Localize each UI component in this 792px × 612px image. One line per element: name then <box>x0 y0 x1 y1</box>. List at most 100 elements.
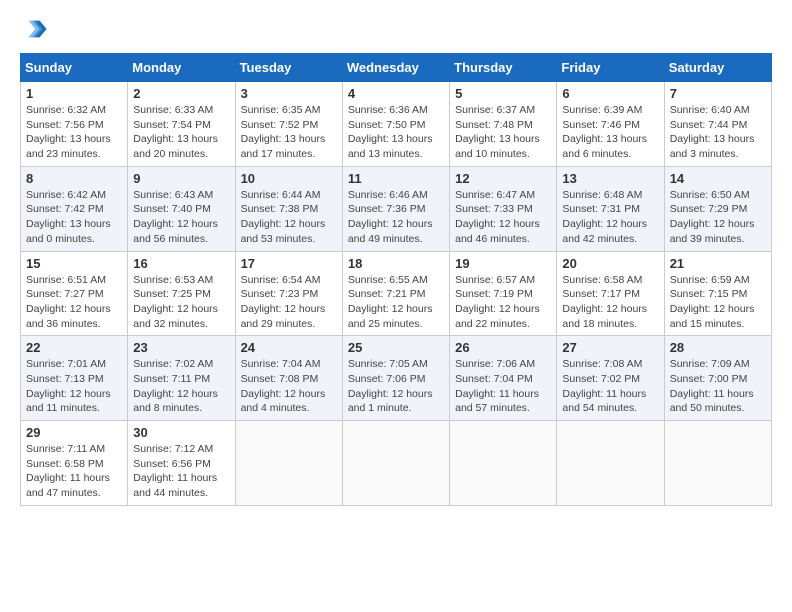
calendar-cell: 2 Sunrise: 6:33 AM Sunset: 7:54 PM Daylig… <box>128 82 235 167</box>
header <box>20 15 772 43</box>
day-number: 8 <box>26 171 122 186</box>
day-header-friday: Friday <box>557 54 664 82</box>
calendar-cell: 5 Sunrise: 6:37 AM Sunset: 7:48 PM Daylig… <box>450 82 557 167</box>
calendar-cell: 6Sunrise: 6:39 AM Sunset: 7:46 PM Daylig… <box>557 82 664 167</box>
day-info: Sunrise: 7:05 AM Sunset: 7:06 PM Dayligh… <box>348 357 444 416</box>
day-header-monday: Monday <box>128 54 235 82</box>
day-info: Sunrise: 7:12 AM Sunset: 6:56 PM Dayligh… <box>133 442 229 501</box>
calendar-cell: 26 Sunrise: 7:06 AM Sunset: 7:04 PM Dayli… <box>450 336 557 421</box>
day-number: 3 <box>241 86 337 101</box>
day-number: 24 <box>241 340 337 355</box>
day-info: Sunrise: 6:37 AM Sunset: 7:48 PM Dayligh… <box>455 103 551 162</box>
calendar-cell <box>664 421 771 506</box>
day-number: 22 <box>26 340 122 355</box>
day-info: Sunrise: 6:48 AM Sunset: 7:31 PM Dayligh… <box>562 188 658 247</box>
day-info: Sunrise: 7:01 AM Sunset: 7:13 PM Dayligh… <box>26 357 122 416</box>
calendar-cell <box>450 421 557 506</box>
calendar-cell: 13 Sunrise: 6:48 AM Sunset: 7:31 PM Dayli… <box>557 166 664 251</box>
calendar-cell: 29 Sunrise: 7:11 AM Sunset: 6:58 PM Dayli… <box>21 421 128 506</box>
calendar-week-5: 29 Sunrise: 7:11 AM Sunset: 6:58 PM Dayli… <box>21 421 772 506</box>
day-number: 4 <box>348 86 444 101</box>
day-number: 29 <box>26 425 122 440</box>
calendar-cell: 28 Sunrise: 7:09 AM Sunset: 7:00 PM Dayli… <box>664 336 771 421</box>
calendar-cell: 12 Sunrise: 6:47 AM Sunset: 7:33 PM Dayli… <box>450 166 557 251</box>
calendar-cell: 15Sunrise: 6:51 AM Sunset: 7:27 PM Dayli… <box>21 251 128 336</box>
day-info: Sunrise: 7:09 AM Sunset: 7:00 PM Dayligh… <box>670 357 766 416</box>
calendar-table: SundayMondayTuesdayWednesdayThursdayFrid… <box>20 53 772 506</box>
day-number: 27 <box>562 340 658 355</box>
day-header-sunday: Sunday <box>21 54 128 82</box>
logo <box>20 15 52 43</box>
calendar-cell: 4 Sunrise: 6:36 AM Sunset: 7:50 PM Daylig… <box>342 82 449 167</box>
calendar-week-4: 22 Sunrise: 7:01 AM Sunset: 7:13 PM Dayli… <box>21 336 772 421</box>
day-number: 13 <box>562 171 658 186</box>
calendar-cell: 9 Sunrise: 6:43 AM Sunset: 7:40 PM Daylig… <box>128 166 235 251</box>
day-info: Sunrise: 7:11 AM Sunset: 6:58 PM Dayligh… <box>26 442 122 501</box>
day-number: 5 <box>455 86 551 101</box>
day-info: Sunrise: 7:04 AM Sunset: 7:08 PM Dayligh… <box>241 357 337 416</box>
calendar-cell: 24 Sunrise: 7:04 AM Sunset: 7:08 PM Dayli… <box>235 336 342 421</box>
day-info: Sunrise: 6:54 AM Sunset: 7:23 PM Dayligh… <box>241 273 337 332</box>
main-container: SundayMondayTuesdayWednesdayThursdayFrid… <box>0 0 792 516</box>
day-info: Sunrise: 6:47 AM Sunset: 7:33 PM Dayligh… <box>455 188 551 247</box>
day-info: Sunrise: 6:53 AM Sunset: 7:25 PM Dayligh… <box>133 273 229 332</box>
day-info: Sunrise: 7:02 AM Sunset: 7:11 PM Dayligh… <box>133 357 229 416</box>
calendar-cell: 18 Sunrise: 6:55 AM Sunset: 7:21 PM Dayli… <box>342 251 449 336</box>
day-info: Sunrise: 6:57 AM Sunset: 7:19 PM Dayligh… <box>455 273 551 332</box>
day-info: Sunrise: 6:59 AM Sunset: 7:15 PM Dayligh… <box>670 273 766 332</box>
calendar-cell: 10Sunrise: 6:44 AM Sunset: 7:38 PM Dayli… <box>235 166 342 251</box>
day-number: 14 <box>670 171 766 186</box>
calendar-week-2: 8 Sunrise: 6:42 AM Sunset: 7:42 PM Daylig… <box>21 166 772 251</box>
day-info: Sunrise: 6:58 AM Sunset: 7:17 PM Dayligh… <box>562 273 658 332</box>
day-info: Sunrise: 6:43 AM Sunset: 7:40 PM Dayligh… <box>133 188 229 247</box>
day-number: 9 <box>133 171 229 186</box>
day-header-thursday: Thursday <box>450 54 557 82</box>
day-number: 21 <box>670 256 766 271</box>
calendar-header: SundayMondayTuesdayWednesdayThursdayFrid… <box>21 54 772 82</box>
day-info: Sunrise: 6:32 AM Sunset: 7:56 PM Dayligh… <box>26 103 122 162</box>
calendar-cell: 17Sunrise: 6:54 AM Sunset: 7:23 PM Dayli… <box>235 251 342 336</box>
day-number: 2 <box>133 86 229 101</box>
day-number: 16 <box>133 256 229 271</box>
calendar-cell: 27 Sunrise: 7:08 AM Sunset: 7:02 PM Dayli… <box>557 336 664 421</box>
calendar-body: 1Sunrise: 6:32 AM Sunset: 7:56 PM Daylig… <box>21 82 772 506</box>
calendar-cell: 7 Sunrise: 6:40 AM Sunset: 7:44 PM Daylig… <box>664 82 771 167</box>
calendar-cell: 22 Sunrise: 7:01 AM Sunset: 7:13 PM Dayli… <box>21 336 128 421</box>
day-info: Sunrise: 6:40 AM Sunset: 7:44 PM Dayligh… <box>670 103 766 162</box>
calendar-cell: 8 Sunrise: 6:42 AM Sunset: 7:42 PM Daylig… <box>21 166 128 251</box>
day-number: 25 <box>348 340 444 355</box>
day-number: 18 <box>348 256 444 271</box>
day-number: 19 <box>455 256 551 271</box>
day-info: Sunrise: 6:51 AM Sunset: 7:27 PM Dayligh… <box>26 273 122 332</box>
day-number: 26 <box>455 340 551 355</box>
calendar-cell: 11Sunrise: 6:46 AM Sunset: 7:36 PM Dayli… <box>342 166 449 251</box>
header-row: SundayMondayTuesdayWednesdayThursdayFrid… <box>21 54 772 82</box>
day-header-tuesday: Tuesday <box>235 54 342 82</box>
day-number: 11 <box>348 171 444 186</box>
calendar-week-3: 15Sunrise: 6:51 AM Sunset: 7:27 PM Dayli… <box>21 251 772 336</box>
logo-icon <box>20 15 48 43</box>
day-info: Sunrise: 7:08 AM Sunset: 7:02 PM Dayligh… <box>562 357 658 416</box>
day-number: 10 <box>241 171 337 186</box>
day-info: Sunrise: 7:06 AM Sunset: 7:04 PM Dayligh… <box>455 357 551 416</box>
day-number: 20 <box>562 256 658 271</box>
calendar-cell: 14 Sunrise: 6:50 AM Sunset: 7:29 PM Dayli… <box>664 166 771 251</box>
day-info: Sunrise: 6:33 AM Sunset: 7:54 PM Dayligh… <box>133 103 229 162</box>
day-info: Sunrise: 6:50 AM Sunset: 7:29 PM Dayligh… <box>670 188 766 247</box>
day-number: 23 <box>133 340 229 355</box>
day-info: Sunrise: 6:39 AM Sunset: 7:46 PM Dayligh… <box>562 103 658 162</box>
calendar-week-1: 1Sunrise: 6:32 AM Sunset: 7:56 PM Daylig… <box>21 82 772 167</box>
calendar-cell: 30Sunrise: 7:12 AM Sunset: 6:56 PM Dayli… <box>128 421 235 506</box>
calendar-cell: 1Sunrise: 6:32 AM Sunset: 7:56 PM Daylig… <box>21 82 128 167</box>
day-number: 7 <box>670 86 766 101</box>
calendar-cell <box>342 421 449 506</box>
day-number: 12 <box>455 171 551 186</box>
day-number: 28 <box>670 340 766 355</box>
calendar-cell <box>235 421 342 506</box>
calendar-cell: 20 Sunrise: 6:58 AM Sunset: 7:17 PM Dayli… <box>557 251 664 336</box>
calendar-cell: 19 Sunrise: 6:57 AM Sunset: 7:19 PM Dayli… <box>450 251 557 336</box>
day-info: Sunrise: 6:36 AM Sunset: 7:50 PM Dayligh… <box>348 103 444 162</box>
day-info: Sunrise: 6:55 AM Sunset: 7:21 PM Dayligh… <box>348 273 444 332</box>
day-info: Sunrise: 6:42 AM Sunset: 7:42 PM Dayligh… <box>26 188 122 247</box>
calendar-cell: 21 Sunrise: 6:59 AM Sunset: 7:15 PM Dayli… <box>664 251 771 336</box>
